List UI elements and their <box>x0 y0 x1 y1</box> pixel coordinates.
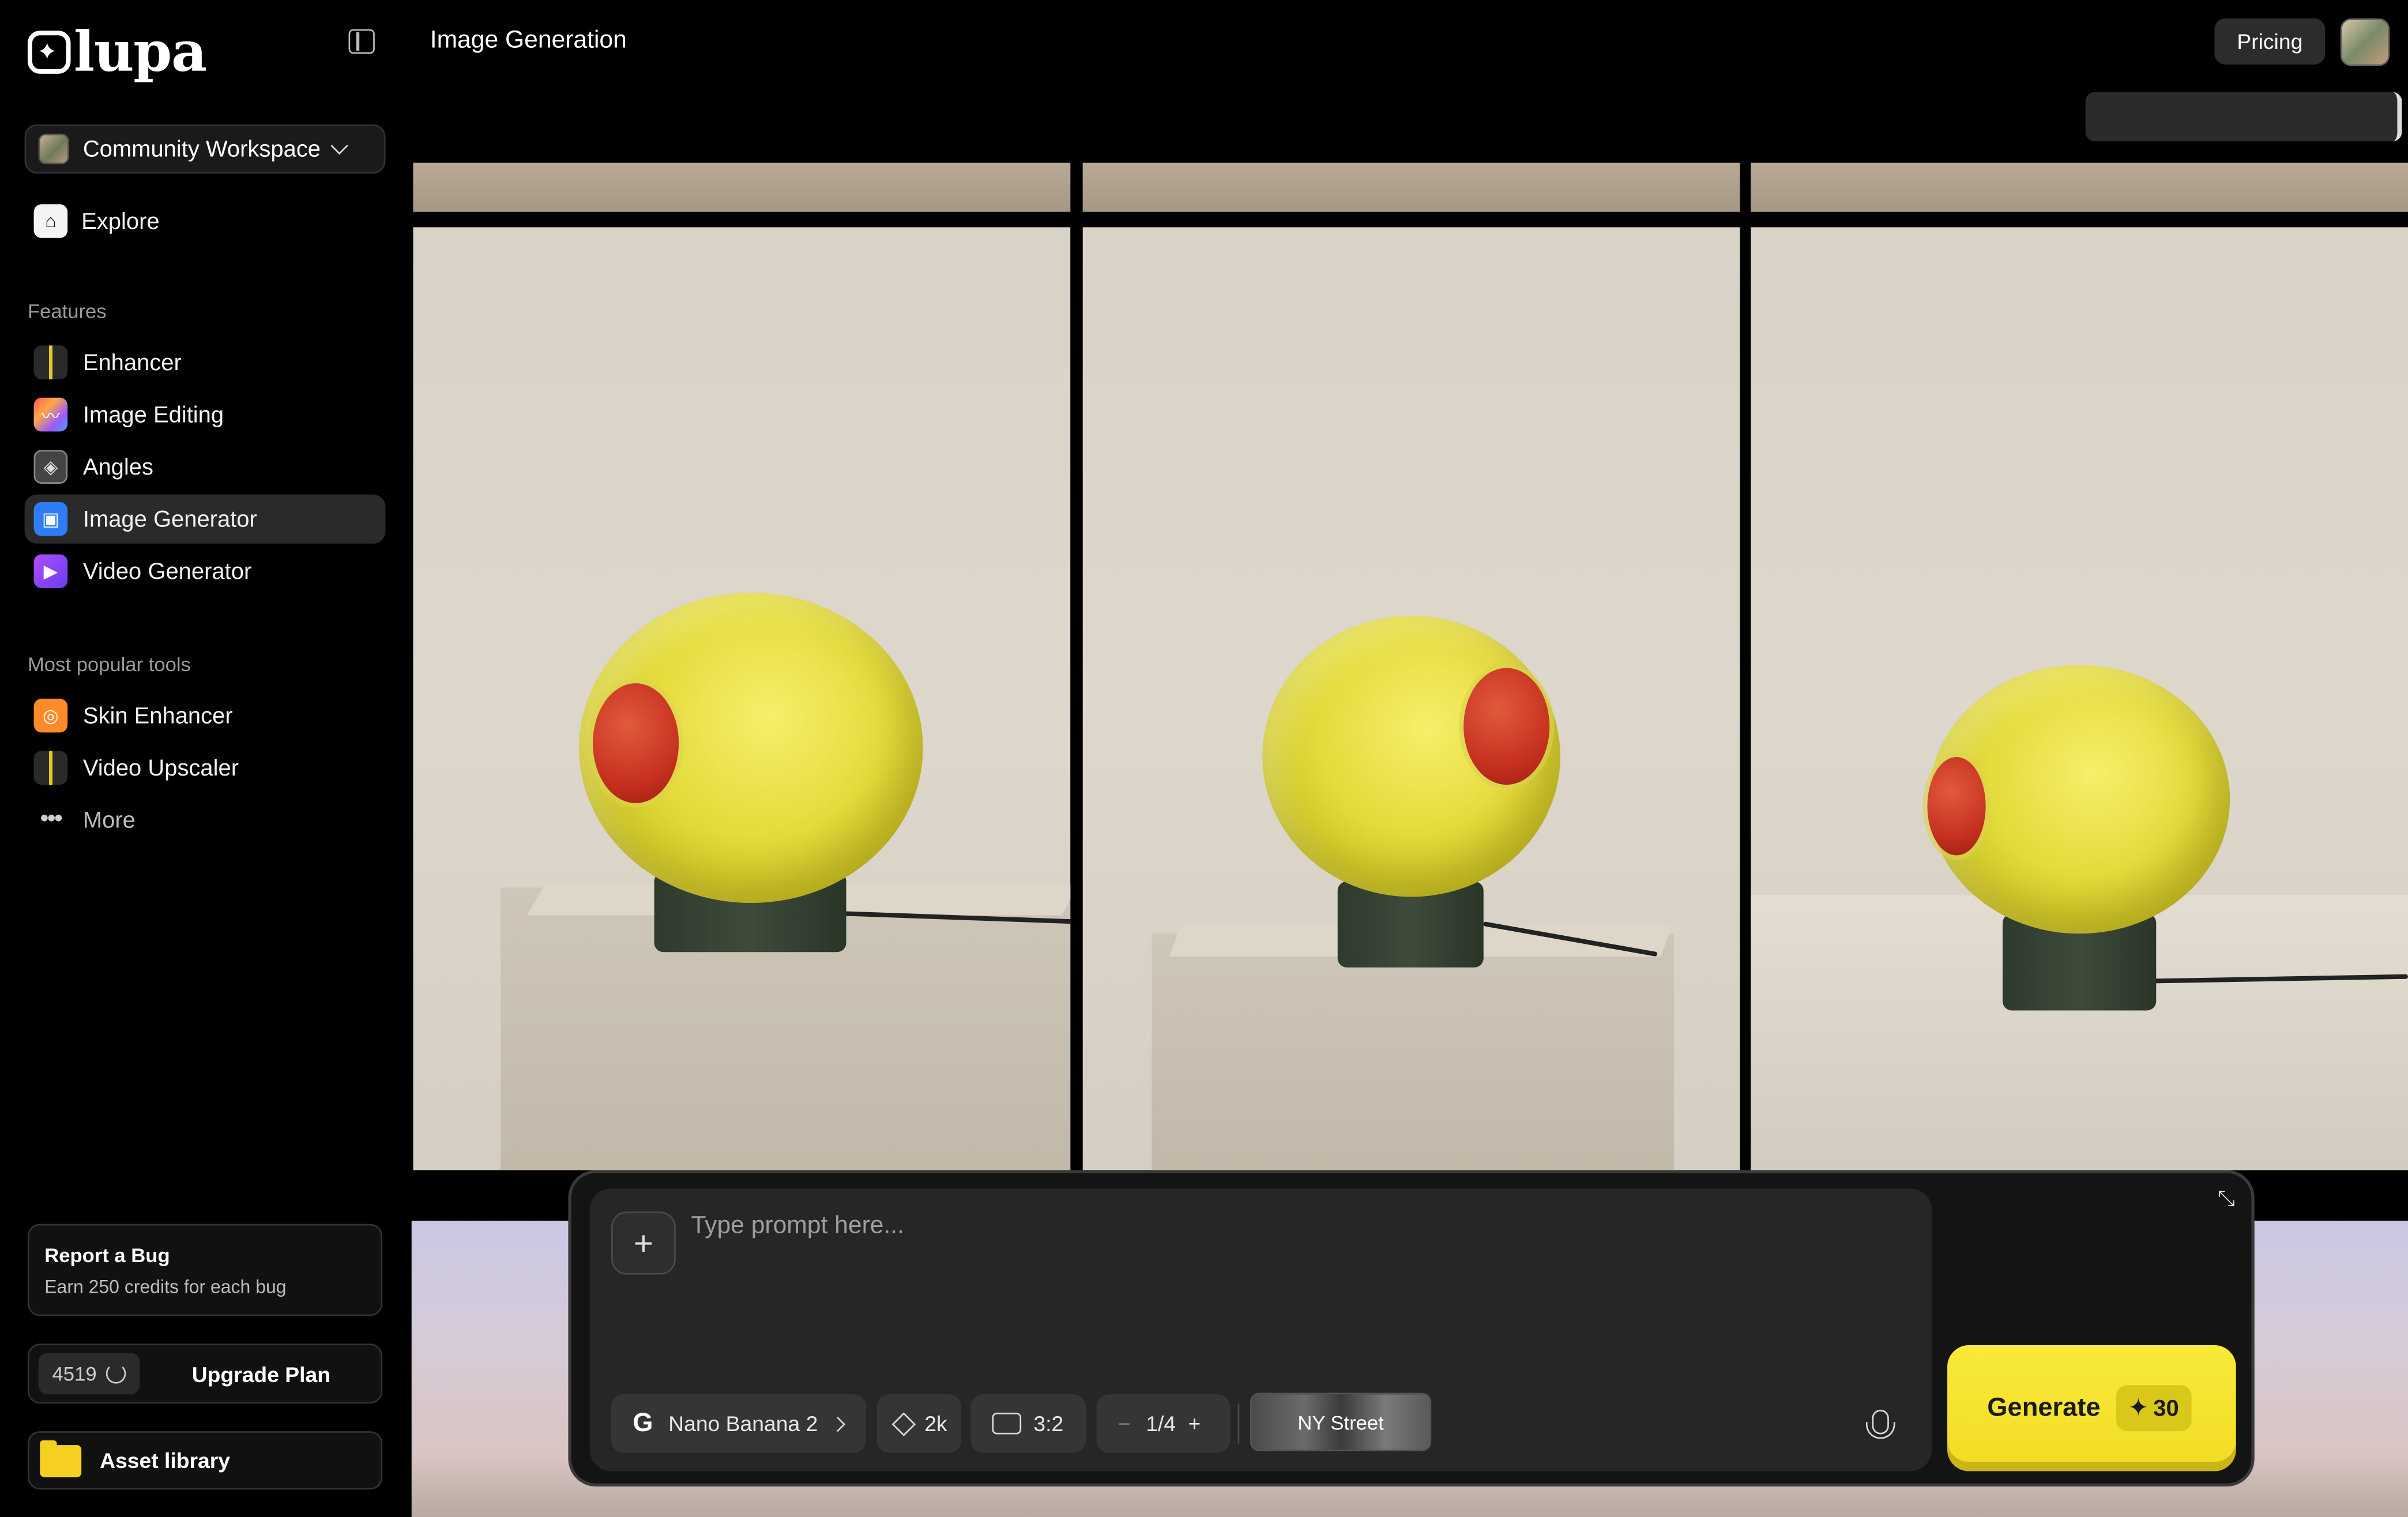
workspace-label: Community Workspace <box>82 135 321 162</box>
nav-skin-enhancer[interactable]: ◎ Skin Enhancer <box>25 691 386 740</box>
asset-library-button[interactable]: Asset library <box>27 1431 383 1490</box>
decrement-icon[interactable]: − <box>1118 1411 1131 1436</box>
sidebar: lupa Community Workspace ⌂ Explore Featu… <box>0 0 409 1517</box>
gallery-image-top-2[interactable] <box>1082 163 1740 212</box>
google-icon: G <box>633 1408 653 1437</box>
sparkle-icon: ✦ <box>2128 1395 2149 1422</box>
image-count-value: 1/4 <box>1146 1411 1176 1436</box>
prompt-panel: + G Nano Banana 2 2k 3:2 − 1/4 + <box>568 1170 2255 1487</box>
nav-angles-label: Angles <box>82 454 153 480</box>
generate-button[interactable]: Generate ✦ 30 <box>1947 1345 2236 1471</box>
aspect-ratio-label: 3:2 <box>1033 1411 1064 1436</box>
microphone-icon[interactable] <box>1865 1409 1895 1439</box>
report-bug-title: Report a Bug <box>44 1244 170 1267</box>
generate-label: Generate <box>1987 1392 2101 1422</box>
credits-balance: 4519 <box>38 1353 140 1395</box>
skin-enhancer-icon: ◎ <box>33 698 68 733</box>
popular-section-title: Most popular tools <box>27 652 191 676</box>
logo-icon <box>27 31 71 74</box>
resolution-label: 2k <box>924 1411 947 1436</box>
credits-icon <box>106 1364 126 1384</box>
more-dots-icon: ••• <box>40 806 62 833</box>
angles-icon: ◈ <box>33 450 68 484</box>
nav-image-generator-label: Image Generator <box>82 506 257 532</box>
nav-video-upscaler-label: Video Upscaler <box>82 755 239 781</box>
credits-value: 4519 <box>52 1362 97 1386</box>
prompt-input[interactable] <box>691 1213 1889 1241</box>
nav-video-generator[interactable]: ▶ Video Generator <box>25 547 386 596</box>
nav-explore[interactable]: ⌂ Explore <box>25 197 386 246</box>
generated-image-1[interactable] <box>413 227 1071 1170</box>
nav-video-upscaler[interactable]: Video Upscaler <box>25 743 386 792</box>
generated-image-2[interactable] <box>1082 227 1740 1170</box>
aspect-ratio-icon <box>992 1413 1022 1435</box>
upgrade-card: 4519 Upgrade Plan <box>27 1343 383 1404</box>
chevron-down-icon <box>330 137 348 155</box>
user-avatar[interactable] <box>2340 18 2390 66</box>
home-icon: ⌂ <box>33 204 68 238</box>
expand-icon[interactable]: ⤡ <box>2218 1185 2239 1210</box>
asset-library-label: Asset library <box>100 1448 231 1473</box>
nav-explore-label: Explore <box>81 208 160 235</box>
image-generator-icon: ▣ <box>33 502 68 536</box>
resolution-selector[interactable]: 2k <box>876 1394 962 1453</box>
image-count-stepper: − 1/4 + <box>1096 1394 1231 1453</box>
aspect-ratio-selector[interactable]: 3:2 <box>970 1394 1086 1453</box>
model-selector[interactable]: G Nano Banana 2 <box>611 1394 867 1453</box>
style-preset-label: NY Street <box>1297 1410 1384 1434</box>
gallery-image-top-3[interactable] <box>1751 163 2408 212</box>
nav-image-editing[interactable]: 〰 Image Editing <box>25 390 386 439</box>
sidebar-toggle-icon[interactable] <box>348 29 375 54</box>
pricing-button[interactable]: Pricing <box>2214 18 2326 65</box>
nav-enhancer[interactable]: Enhancer <box>25 338 386 387</box>
model-label: Nano Banana 2 <box>668 1411 818 1436</box>
features-section-title: Features <box>27 299 107 323</box>
prompt-input-area: + G Nano Banana 2 2k 3:2 − 1/4 + <box>589 1188 1932 1471</box>
nav-image-editing-label: Image Editing <box>82 401 224 428</box>
resolution-icon <box>891 1411 916 1436</box>
video-upscaler-icon <box>33 751 68 785</box>
report-bug-subtitle: Earn 250 credits for each bug <box>44 1276 287 1298</box>
nav-more-label: More <box>82 807 136 833</box>
nav-video-generator-label: Video Generator <box>82 558 252 585</box>
report-bug-card[interactable]: Report a Bug Earn 250 credits for each b… <box>27 1224 383 1316</box>
logo-text: lupa <box>73 20 207 85</box>
chevron-right-icon <box>829 1416 845 1432</box>
folder-icon <box>40 1439 82 1477</box>
generate-cost-value: 30 <box>2153 1395 2179 1421</box>
style-preset[interactable]: NY Street <box>1250 1392 1432 1451</box>
nav-skin-enhancer-label: Skin Enhancer <box>82 702 233 729</box>
enhancer-icon <box>33 345 68 379</box>
workspace-avatar <box>38 133 69 164</box>
image-editing-icon: 〰 <box>33 397 68 432</box>
nav-angles[interactable]: ◈ Angles <box>25 442 386 491</box>
top-status-bar <box>2085 92 2402 142</box>
generated-image-3[interactable] <box>1751 227 2408 1170</box>
upgrade-plan-button[interactable]: Upgrade Plan <box>192 1361 330 1386</box>
gallery-image-top-1[interactable] <box>413 163 1071 212</box>
generate-cost-badge: ✦ 30 <box>2116 1385 2191 1432</box>
nav-image-generator[interactable]: ▣ Image Generator <box>24 494 386 544</box>
video-generator-icon: ▶ <box>33 554 68 589</box>
workspace-selector[interactable]: Community Workspace <box>24 124 386 174</box>
add-reference-button[interactable]: + <box>611 1211 676 1275</box>
page-title: Image Generation <box>430 27 627 54</box>
lupa-logo[interactable]: lupa <box>27 20 207 85</box>
nav-enhancer-label: Enhancer <box>82 349 182 376</box>
increment-icon[interactable]: + <box>1188 1411 1201 1436</box>
chip-divider <box>1237 1403 1240 1444</box>
nav-more[interactable]: ••• More <box>25 796 386 845</box>
